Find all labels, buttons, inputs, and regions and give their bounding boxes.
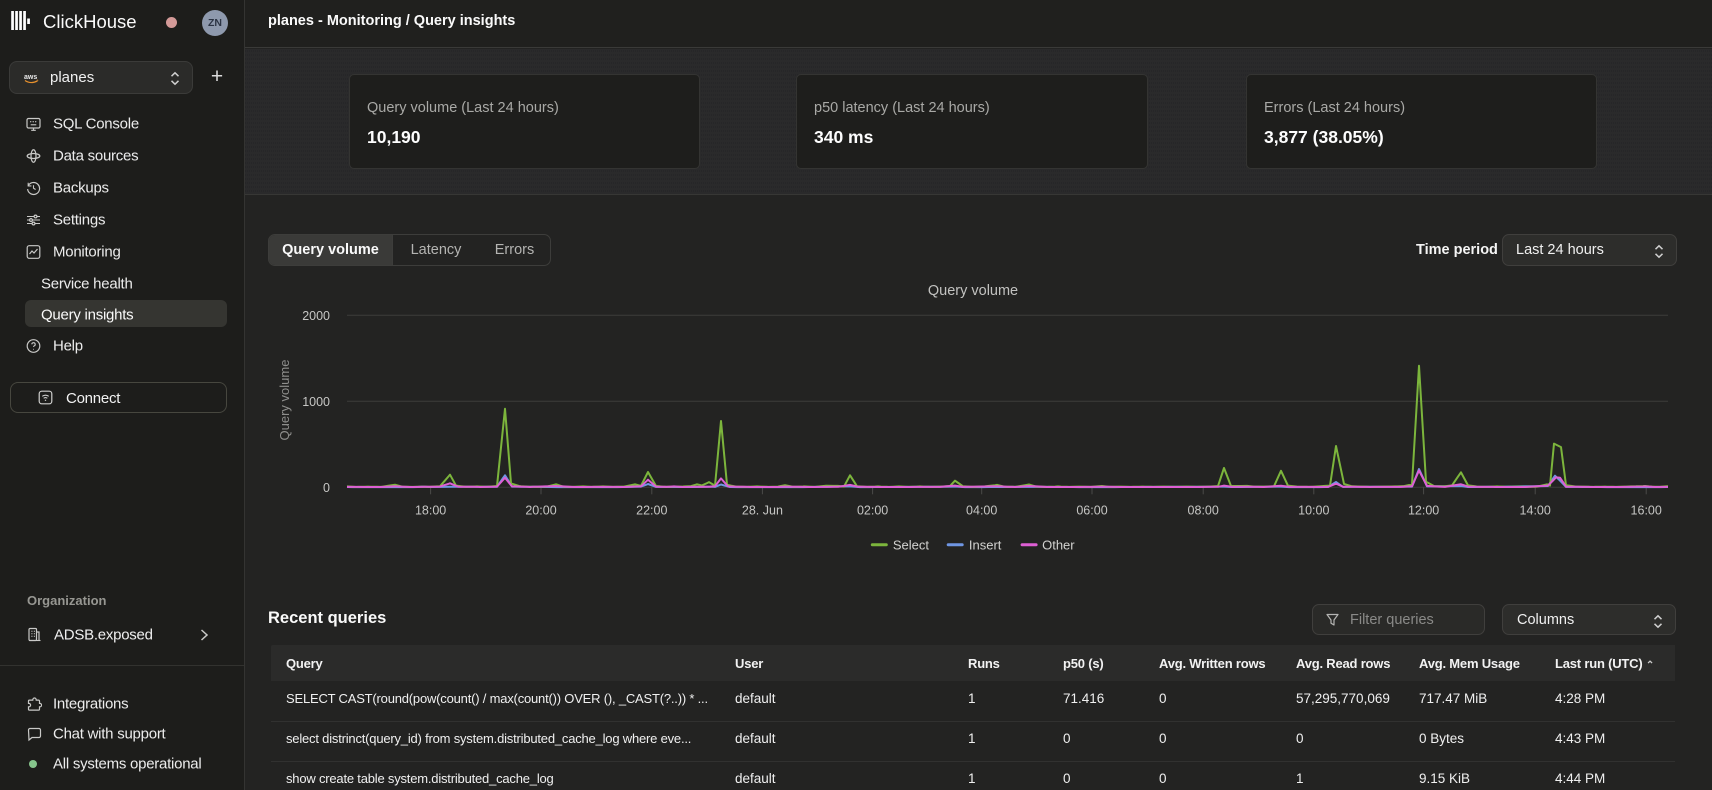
svg-text:20:00: 20:00 bbox=[525, 503, 556, 517]
svg-text:04:00: 04:00 bbox=[966, 503, 997, 517]
svg-text:06:00: 06:00 bbox=[1076, 503, 1107, 517]
svg-text:1000: 1000 bbox=[302, 395, 330, 409]
svg-text:28. Jun: 28. Jun bbox=[742, 503, 783, 517]
svg-text:2000: 2000 bbox=[302, 309, 330, 323]
svg-text:22:00: 22:00 bbox=[636, 503, 667, 517]
svg-text:Other: Other bbox=[1042, 538, 1075, 553]
svg-text:08:00: 08:00 bbox=[1188, 503, 1219, 517]
svg-text:14:00: 14:00 bbox=[1520, 503, 1551, 517]
svg-text:18:00: 18:00 bbox=[415, 503, 446, 517]
svg-text:02:00: 02:00 bbox=[857, 503, 888, 517]
svg-text:Select: Select bbox=[893, 538, 930, 553]
svg-text:16:00: 16:00 bbox=[1631, 503, 1662, 517]
svg-text:Query volume: Query volume bbox=[277, 360, 292, 441]
svg-text:12:00: 12:00 bbox=[1408, 503, 1439, 517]
svg-text:Insert: Insert bbox=[969, 538, 1002, 553]
svg-text:10:00: 10:00 bbox=[1298, 503, 1329, 517]
svg-text:aws: aws bbox=[24, 74, 37, 81]
svg-text:0: 0 bbox=[323, 481, 330, 495]
svg-text:Query volume: Query volume bbox=[928, 283, 1018, 299]
